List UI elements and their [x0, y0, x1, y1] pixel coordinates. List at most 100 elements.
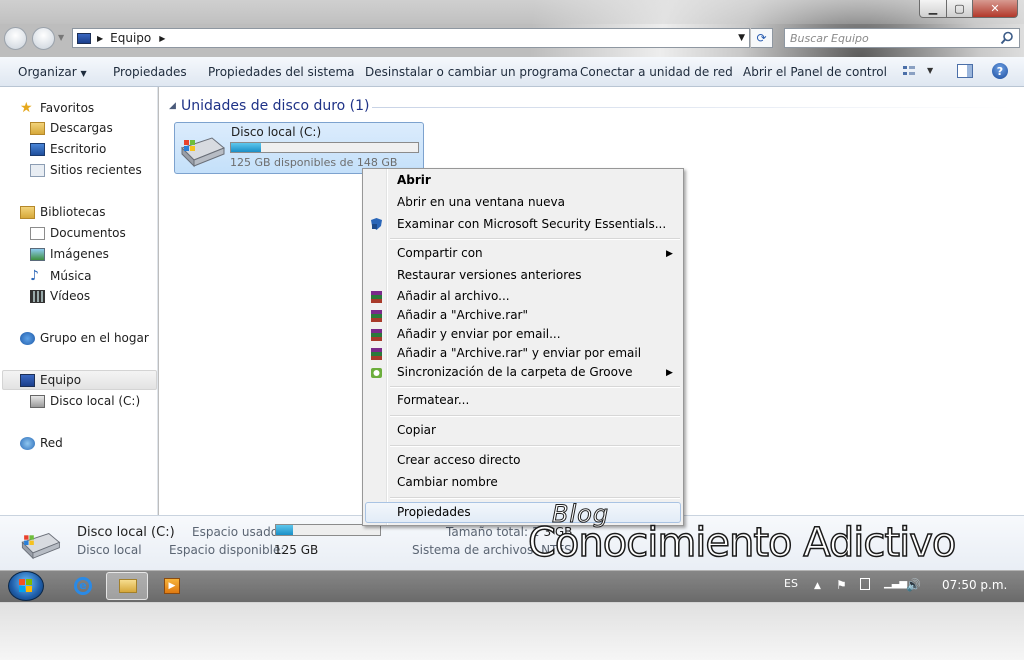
- nav-equipo[interactable]: Equipo: [20, 373, 81, 387]
- properties-button[interactable]: Propiedades: [113, 65, 187, 79]
- hard-drive-icon: [181, 137, 225, 168]
- menu-item-copiar[interactable]: Copiar: [397, 423, 436, 437]
- pictures-icon: [30, 247, 45, 261]
- hard-drive-icon: [30, 394, 45, 408]
- details-type: Disco local: [77, 543, 142, 557]
- search-input[interactable]: Buscar Equipo: [784, 28, 1020, 48]
- forward-button[interactable]: [32, 27, 55, 50]
- windows-logo-icon: [19, 579, 32, 592]
- menu-separator: [390, 445, 680, 447]
- taskbar-windows-explorer[interactable]: [106, 572, 148, 600]
- view-options-icon[interactable]: [902, 64, 916, 78]
- system-properties-button[interactable]: Propiedades del sistema: [208, 65, 355, 79]
- uninstall-program-button[interactable]: Desinstalar o cambiar un programa: [365, 65, 578, 79]
- volume-icon[interactable]: 🔊: [906, 578, 921, 592]
- nav-documentos-label: Documentos: [50, 226, 126, 240]
- address-bar[interactable]: ▶ Equipo ▶ ▼: [72, 28, 750, 48]
- nav-videos[interactable]: Vídeos: [30, 289, 90, 303]
- maximize-button[interactable]: ▢: [946, 0, 973, 18]
- close-button[interactable]: ✕: [972, 0, 1018, 18]
- nav-grupo-hogar[interactable]: Grupo en el hogar: [20, 331, 149, 345]
- details-space-used-label: Espacio usado:: [192, 525, 283, 539]
- menu-item-sincronizacion-groove[interactable]: Sincronización de la carpeta de Groove: [397, 365, 632, 379]
- nav-descargas[interactable]: Descargas: [30, 121, 113, 135]
- clock[interactable]: 07:50 p.m.: [942, 578, 1007, 592]
- menu-item-abrir-ventana-nueva[interactable]: Abrir en una ventana nueva: [397, 195, 565, 209]
- nav-equipo-label: Equipo: [40, 373, 82, 387]
- documents-icon: [30, 226, 45, 240]
- nav-musica-label: Música: [50, 269, 92, 283]
- breadcrumb-arrow-icon[interactable]: ▶: [97, 34, 103, 43]
- winrar-icon: [371, 329, 382, 341]
- group-collapse-icon[interactable]: ◢: [169, 101, 176, 111]
- nav-disco-local[interactable]: Disco local (C:): [30, 394, 140, 408]
- refresh-button[interactable]: ⟳: [751, 28, 773, 48]
- help-icon[interactable]: ?: [992, 63, 1008, 79]
- nav-documentos[interactable]: Documentos: [30, 226, 126, 240]
- menu-item-anadir-enviar-email[interactable]: Añadir y enviar por email...: [397, 327, 561, 341]
- menu-item-anadir-rar-enviar-email[interactable]: Añadir a "Archive.rar" y enviar por emai…: [397, 346, 641, 360]
- groove-icon: [371, 368, 382, 378]
- nav-escritorio[interactable]: Escritorio: [30, 142, 106, 156]
- breadcrumb-equipo[interactable]: Equipo: [110, 31, 151, 45]
- preview-pane-icon[interactable]: [957, 64, 973, 78]
- menu-item-crear-acceso-directo[interactable]: Crear acceso directo: [397, 453, 521, 467]
- map-network-drive-button[interactable]: Conectar a unidad de red: [580, 65, 733, 79]
- nav-red-label: Red: [40, 436, 63, 450]
- menu-item-abrir[interactable]: Abrir: [397, 173, 431, 187]
- address-dropdown-icon[interactable]: ▼: [738, 33, 745, 43]
- menu-separator: [390, 497, 680, 499]
- nav-bibliotecas-label: Bibliotecas: [40, 205, 106, 219]
- nav-imagenes-label: Imágenes: [50, 247, 109, 261]
- back-button[interactable]: [4, 27, 27, 50]
- media-player-icon: ▶: [164, 578, 180, 594]
- action-center-flag-icon[interactable]: ⚑: [836, 578, 847, 592]
- start-button[interactable]: [8, 571, 44, 601]
- view-options-chevron-icon[interactable]: ▼: [927, 66, 933, 75]
- menu-item-anadir-archive-rar[interactable]: Añadir a "Archive.rar": [397, 308, 528, 322]
- internet-explorer-icon: e: [74, 577, 92, 595]
- menu-item-anadir-archivo[interactable]: Añadir al archivo...: [397, 289, 510, 303]
- winrar-icon: [371, 310, 382, 322]
- language-indicator[interactable]: ES: [784, 577, 798, 590]
- menu-item-compartir-con[interactable]: Compartir con: [397, 246, 483, 260]
- menu-separator: [390, 386, 680, 388]
- nav-sitios-recientes[interactable]: Sitios recientes: [30, 163, 142, 177]
- nav-bibliotecas[interactable]: Bibliotecas: [20, 205, 105, 219]
- power-icon[interactable]: [860, 578, 870, 590]
- menu-item-propiedades[interactable]: Propiedades: [397, 505, 471, 519]
- security-essentials-icon: [371, 218, 382, 230]
- taskbar-media-player[interactable]: ▶: [152, 572, 194, 600]
- recent-pages-chevron-icon[interactable]: ▼: [58, 33, 64, 42]
- details-total-size-label: Tamaño total: 1: [446, 525, 540, 539]
- nav-red[interactable]: Red: [20, 436, 63, 450]
- context-menu-gutter: [386, 169, 388, 525]
- film-strip-icon: [30, 289, 45, 303]
- nav-videos-label: Vídeos: [50, 289, 91, 303]
- show-hidden-icons-icon[interactable]: ▲: [814, 581, 821, 591]
- taskbar-reflection: [0, 602, 1024, 660]
- details-space-free-label: Espacio disponible:: [169, 543, 285, 557]
- menu-item-formatear[interactable]: Formatear...: [397, 393, 469, 407]
- menu-item-examinar-mse[interactable]: Examinar con Microsoft Security Essentia…: [397, 217, 666, 231]
- title-bar[interactable]: [0, 0, 1024, 24]
- nav-imagenes[interactable]: Imágenes: [30, 247, 109, 261]
- group-header[interactable]: Unidades de disco duro (1): [181, 98, 370, 114]
- nav-musica[interactable]: ♪ Música: [30, 268, 92, 284]
- search-icon[interactable]: [1000, 31, 1014, 45]
- menu-item-cambiar-nombre[interactable]: Cambiar nombre: [397, 475, 498, 489]
- menu-item-restaurar-versiones[interactable]: Restaurar versiones anteriores: [397, 268, 582, 282]
- taskbar-internet-explorer[interactable]: e: [62, 572, 104, 600]
- minimize-button[interactable]: ▁: [919, 0, 947, 18]
- star-icon: ★: [20, 100, 33, 116]
- nav-favoritos[interactable]: ★ Favoritos: [20, 100, 94, 116]
- nav-disco-local-label: Disco local (C:): [50, 394, 141, 408]
- organize-button[interactable]: Organizar ▼: [18, 65, 87, 79]
- drive-usage-bar: [230, 142, 419, 153]
- breadcrumb-arrow-icon[interactable]: ▶: [159, 34, 165, 43]
- watermark-brand-text: Conocimiento Adictivo: [527, 519, 957, 567]
- network-signal-icon[interactable]: ▁▃▅: [884, 578, 907, 589]
- open-control-panel-button[interactable]: Abrir el Panel de control: [743, 65, 887, 79]
- libraries-icon: [20, 205, 35, 219]
- nav-descargas-label: Descargas: [50, 121, 113, 135]
